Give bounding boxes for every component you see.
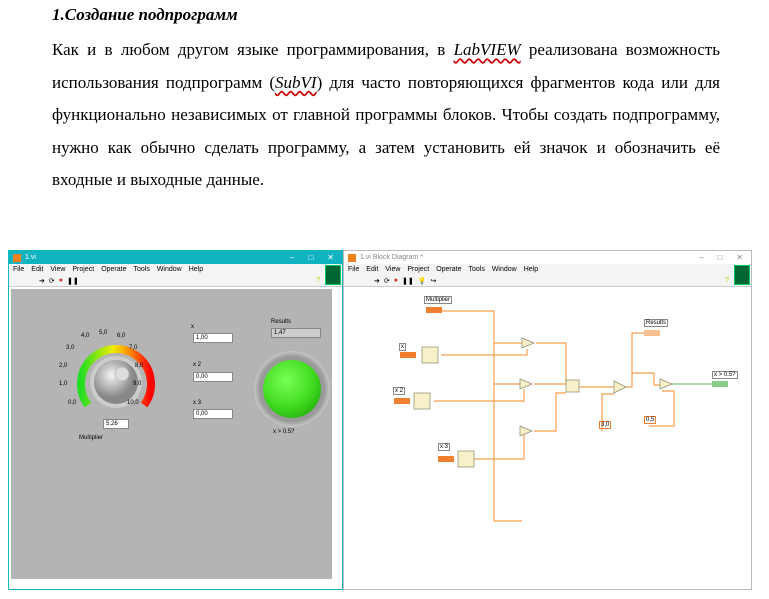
multiplier-label: Multiplier [79,435,104,441]
front-panel-window: 1.vi – □ ✕ File Edit View Project Operate Tools W… [8,250,343,590]
wires [434,310,675,522]
menu-tools[interactable]: Tools [468,266,484,273]
knob-tick: 1,0 [59,381,68,387]
x3-label: x 3 [193,400,202,406]
close-button[interactable]: ✕ [736,253,743,262]
close-button[interactable]: ✕ [327,253,334,262]
knob-tick: 0,0 [68,400,77,406]
toolbar: ➔ ⟳ ● ❚❚ 💡 ↪? [344,275,751,287]
front-panel: 0,0 1,0 2,0 3,0 4,0 5,0 6,0 7,0 8,0 9,0 … [11,289,332,579]
block-diagram-canvas [394,307,728,522]
run-icon[interactable]: ➔ [374,277,380,285]
constant-3[interactable]: 3,0 [599,421,612,429]
labview-logo-icon [13,253,21,262]
multiply-node [521,337,535,349]
pause-icon[interactable]: ❚❚ [67,277,79,285]
functions [413,337,673,468]
multiply-node [519,378,533,390]
menu-tools[interactable]: Tools [133,266,149,273]
minimize-button[interactable]: – [699,253,703,262]
knob-tick: 5,0 [99,330,108,336]
x2-input[interactable]: 0,00 [193,372,233,382]
vi-icon [325,265,341,285]
add-array-node [613,380,627,394]
x-label: x [191,324,194,330]
x3-terminal-label[interactable]: x 3 [438,443,451,451]
step-icon[interactable]: ↪ [430,277,436,285]
window-title: 1.vi Block Diagram * [360,254,424,261]
menu-help[interactable]: Help [524,266,538,273]
knob-tick: 10,0 [127,400,139,406]
help-icon[interactable]: ? [725,277,729,284]
paragraph: Как и в любом другом языке программирова… [52,40,720,189]
x-input[interactable]: 1,00 [193,333,233,343]
heading: 1.Создание подпрограмм [52,5,238,24]
menu-bar: File Edit View Project Operate Tools Window Hel… [344,264,751,275]
menu-view[interactable]: View [50,266,65,273]
output-terminal-label[interactable]: x > 0.5? [712,371,738,379]
menu-operate[interactable]: Operate [436,266,461,273]
menu-project[interactable]: Project [72,266,94,273]
results-terminal-label[interactable]: Results [644,319,669,327]
build-array-node [565,379,580,393]
menu-window[interactable]: Window [492,266,517,273]
menu-help[interactable]: Help [189,266,203,273]
greater-node [659,378,673,390]
boolean-terminal [712,381,728,387]
vi-icon [734,265,750,285]
run-continuously-icon[interactable]: ⟳ [384,277,390,285]
run-continuously-icon[interactable]: ⟳ [49,277,55,285]
x2-label: x 2 [193,362,202,368]
multiplier-terminal-label[interactable]: Multiplier [424,296,453,304]
multiply-node [519,425,533,437]
x-terminal-label[interactable]: x [399,343,406,351]
minimize-button[interactable]: – [290,253,294,262]
menu-project[interactable]: Project [407,266,429,273]
results-label: Results [271,319,292,325]
help-icon[interactable]: ? [316,277,320,284]
knob-tick: 7,0 [129,345,138,351]
pause-icon[interactable]: ❚❚ [402,277,414,285]
x2-terminal-label[interactable]: x 2 [393,387,406,395]
sine-node [457,450,475,468]
knob-tick: 9,0 [133,381,142,387]
multiplier-input[interactable]: 5,26 [103,419,129,429]
sine-node [413,392,431,410]
x3-input[interactable]: 0,00 [193,409,233,419]
maximize-button[interactable]: □ [308,253,313,262]
menu-bar: File Edit View Project Operate Tools Window Hel… [9,264,342,275]
menu-edit[interactable]: Edit [31,266,43,273]
knob-tick: 4,0 [81,333,90,339]
knob-tick: 3,0 [66,345,75,351]
run-icon[interactable]: ➔ [39,277,45,285]
highlight-icon[interactable]: 💡 [418,277,427,285]
menu-file[interactable]: File [348,266,359,273]
results-indicator: 1,47 [271,328,321,338]
labview-logo-icon [348,253,356,262]
knob-tick: 2,0 [59,363,68,369]
led-label: x > 0.5? [273,429,295,435]
constant-0-5[interactable]: 0,5 [644,416,657,424]
toolbar: ➔ ⟳ ● ❚❚? [9,275,342,287]
led-indicator [254,351,330,427]
maximize-button[interactable]: □ [717,253,722,262]
menu-file[interactable]: File [13,266,24,273]
knob-tick: 6,0 [117,333,126,339]
knob-tick: 8,0 [135,363,144,369]
menu-operate[interactable]: Operate [101,266,126,273]
window-title: 1.vi [25,254,36,261]
sine-node [421,346,439,364]
block-diagram-window: 1.vi Block Diagram * – □ ✕ File Edit View Proj… [343,250,752,590]
abort-icon[interactable]: ● [59,277,63,284]
menu-edit[interactable]: Edit [366,266,378,273]
menu-view[interactable]: View [385,266,400,273]
abort-icon[interactable]: ● [394,277,398,284]
menu-window[interactable]: Window [157,266,182,273]
